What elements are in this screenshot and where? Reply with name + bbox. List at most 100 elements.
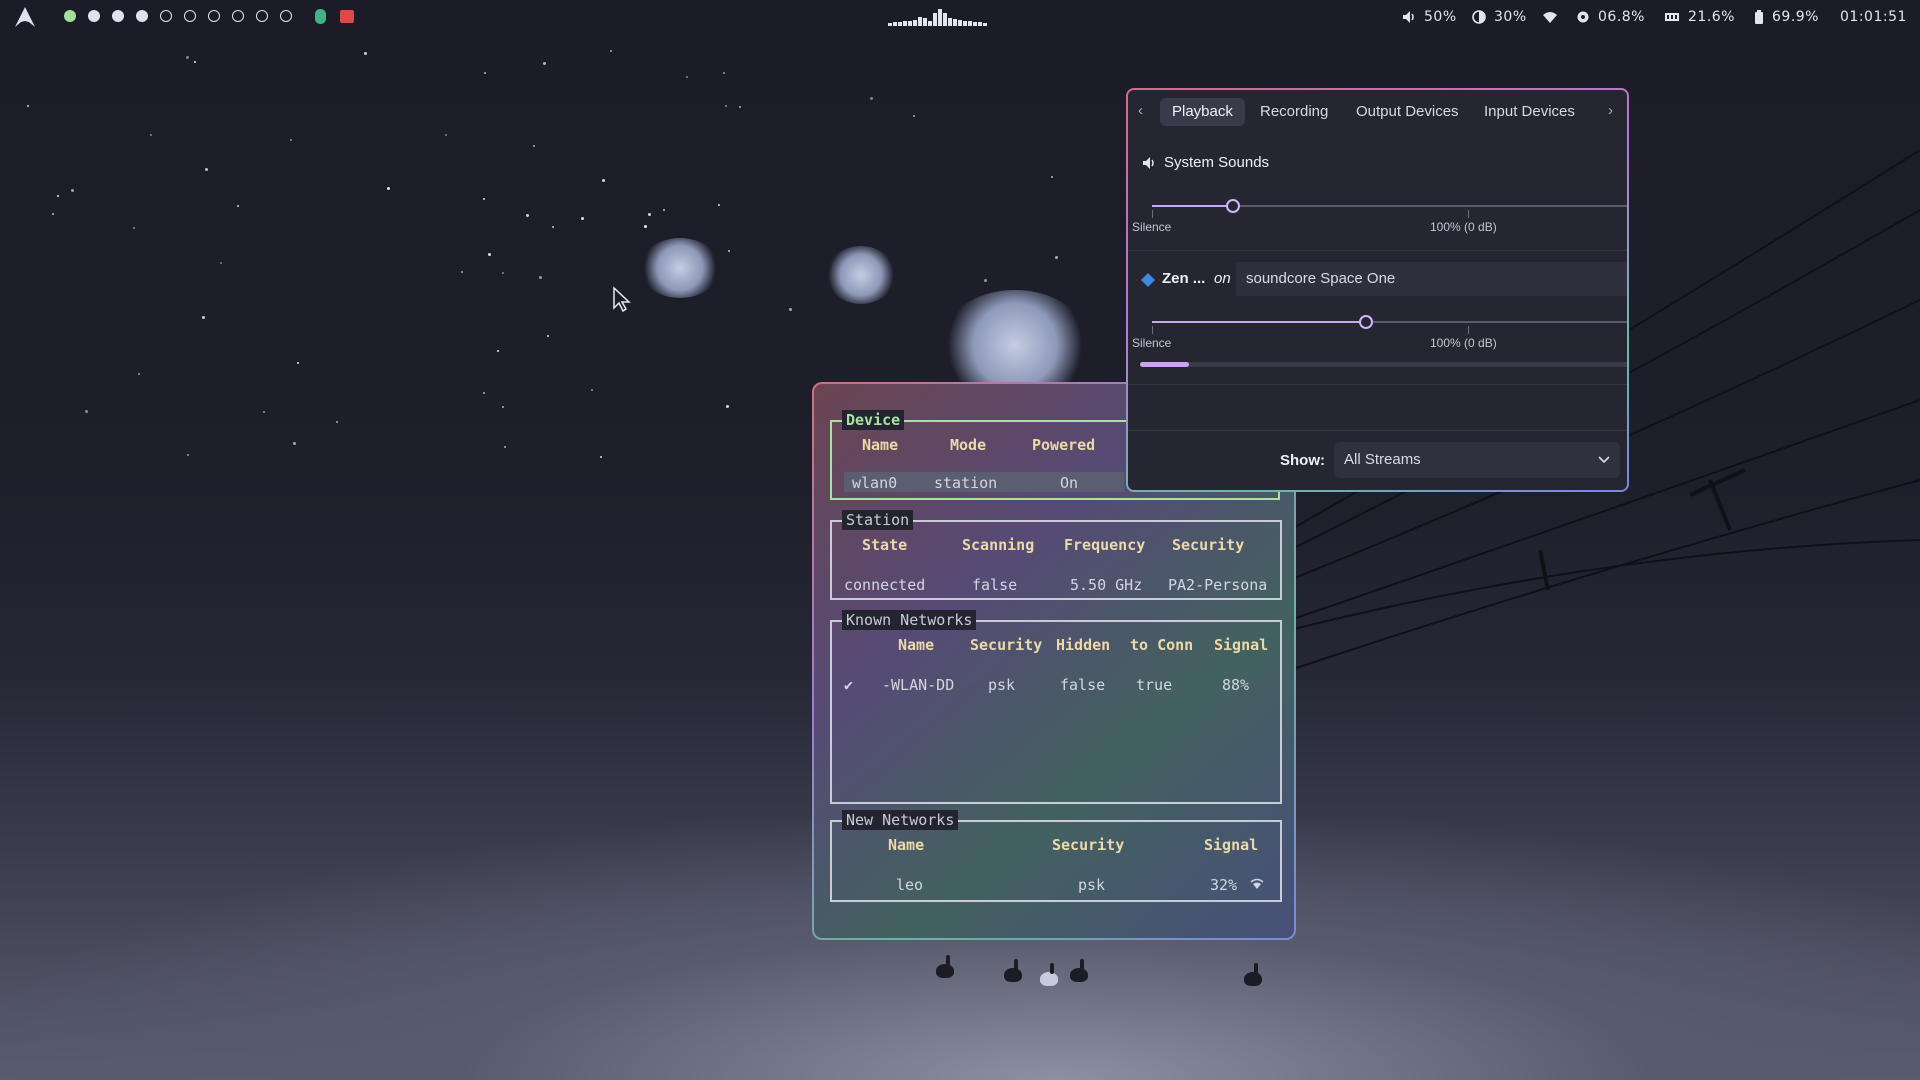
cpu-indicator: 06.8% [1576, 8, 1645, 26]
star [150, 134, 152, 136]
visualizer-bar [938, 9, 942, 26]
star [483, 392, 485, 394]
known-header-autoconnect: to Conn [1130, 636, 1194, 654]
star [725, 105, 727, 107]
new-header-security: Security [1052, 836, 1125, 854]
slider-tick-silence [1152, 326, 1153, 334]
brightness-indicator[interactable]: 30% [1472, 8, 1527, 26]
volume-indicator[interactable]: 50% [1402, 8, 1457, 26]
device-name: wlan0 [852, 474, 898, 492]
star [913, 115, 915, 117]
station-header-frequency: Frequency [1064, 536, 1146, 554]
known-networks-title: Known Networks [842, 610, 977, 630]
star [610, 50, 612, 52]
workspace-4[interactable] [136, 10, 148, 22]
star [336, 421, 338, 423]
star [648, 213, 651, 216]
star [526, 214, 529, 217]
known-network-autoconnect: true [1136, 676, 1173, 694]
visualizer-bar [888, 23, 892, 26]
spotify-tray-icon[interactable] [315, 9, 326, 24]
pavucontrol-window[interactable]: ‹ Playback Recording Output Devices Inpu… [1126, 88, 1629, 492]
star [533, 145, 535, 147]
station-security: PA2-Persona [1168, 576, 1268, 594]
star [547, 335, 549, 337]
tab-output-devices[interactable]: Output Devices [1344, 98, 1471, 126]
wifi-indicator[interactable] [1542, 8, 1558, 26]
visualizer-bar [978, 22, 982, 26]
workspace-3[interactable] [112, 10, 124, 22]
connected-check-icon: ✔ [844, 676, 854, 694]
station-header-security: Security [1172, 536, 1245, 554]
station-frequency: 5.50 GHz [1070, 576, 1143, 594]
mouse-cursor-icon [613, 286, 631, 312]
star [686, 76, 688, 78]
workspace-1[interactable] [64, 10, 76, 22]
clock[interactable]: 01:01:51 [1840, 8, 1907, 26]
visualizer-bar [918, 17, 922, 26]
rabbit-silhouette [936, 955, 954, 978]
visualizer-bar [953, 19, 957, 26]
star [484, 72, 486, 74]
star [85, 410, 88, 413]
stream-on-label: on [1214, 270, 1231, 287]
star [600, 456, 602, 458]
workspace-6[interactable] [184, 10, 196, 22]
star [237, 205, 239, 207]
wifi-icon [1543, 12, 1557, 23]
volume-slider-knob[interactable] [1225, 199, 1240, 213]
new-network-security: psk [1078, 876, 1106, 894]
show-streams-dropdown[interactable]: All Streams [1334, 442, 1620, 478]
peak-meter-fill [1140, 362, 1189, 367]
star [202, 316, 205, 319]
show-label: Show: [1280, 452, 1325, 469]
tab-playback[interactable]: Playback [1160, 98, 1245, 126]
volume-slider-fill [1152, 205, 1233, 207]
workspace-8[interactable] [232, 10, 244, 22]
station-panel[interactable]: Station State Scanning Frequency Securit… [830, 510, 1282, 600]
star [187, 454, 189, 456]
stream-separator [1128, 384, 1627, 385]
red-app-tray-icon[interactable] [340, 10, 354, 23]
station-scanning: false [972, 576, 1018, 594]
star [293, 442, 296, 445]
new-network-name: leo [896, 876, 924, 894]
star [138, 373, 140, 375]
star [644, 225, 647, 228]
audio-visualizer [888, 8, 1033, 26]
star [71, 189, 74, 192]
tab-input-devices[interactable]: Input Devices [1472, 98, 1587, 126]
visualizer-bar [958, 20, 962, 26]
known-networks-panel[interactable]: Known Networks Name Security Hidden to C… [830, 610, 1282, 804]
workspace-9[interactable] [256, 10, 268, 22]
tab-recording[interactable]: Recording [1248, 98, 1340, 126]
wallpaper-cloud [826, 246, 896, 304]
battery-value: 69.9% [1772, 9, 1819, 25]
new-networks-panel[interactable]: New Networks Name Security Signal leo ps… [830, 810, 1282, 902]
volume-slider-fill [1152, 321, 1366, 323]
label-silence: Silence [1132, 220, 1172, 234]
station-state: connected [844, 576, 926, 594]
volume-slider-knob[interactable] [1358, 315, 1373, 329]
wallpaper-cloud [640, 238, 720, 298]
tab-bar: ‹ Playback Recording Output Devices Inpu… [1128, 90, 1627, 130]
known-header-security: Security [970, 636, 1043, 654]
known-network-name: -WLAN-DD [882, 676, 955, 694]
new-header-name: Name [888, 836, 925, 854]
star [52, 213, 54, 215]
cpu-icon [1577, 11, 1589, 23]
tab-scroll-right-icon[interactable]: › [1608, 102, 1613, 119]
star [502, 272, 504, 274]
chevron-down-icon [1598, 456, 1610, 464]
workspace-2[interactable] [88, 10, 100, 22]
output-device-selector[interactable]: soundcore Space One [1236, 262, 1627, 296]
workspace-10[interactable] [280, 10, 292, 22]
workspace-7[interactable] [208, 10, 220, 22]
arch-linux-logo-icon[interactable] [14, 6, 36, 28]
tab-scroll-left-icon[interactable]: ‹ [1138, 102, 1143, 119]
slider-tick-silence [1152, 210, 1153, 218]
speaker-icon [1403, 11, 1414, 23]
workspace-5[interactable] [160, 10, 172, 22]
star [220, 262, 222, 264]
rabbit-silhouette [1070, 959, 1088, 982]
